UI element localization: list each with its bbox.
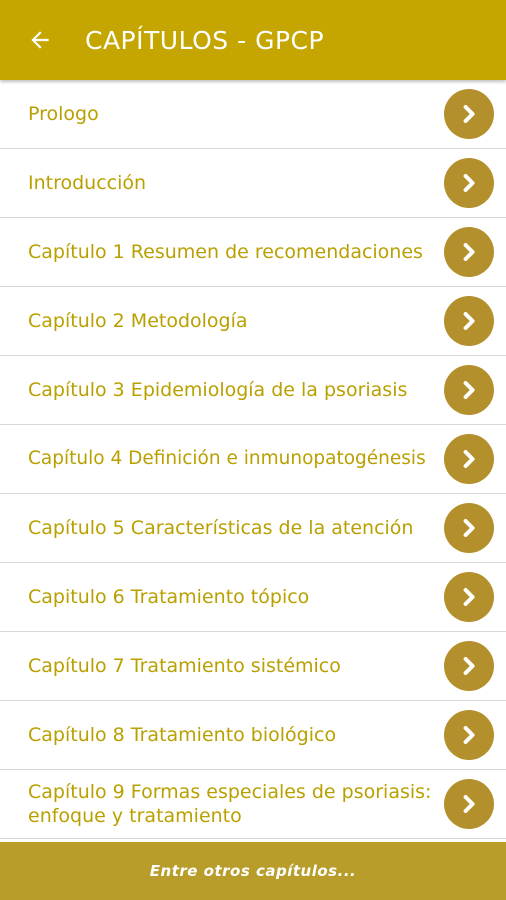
chevron-right-circle-icon[interactable] bbox=[444, 503, 494, 553]
chevron-right-circle-icon[interactable] bbox=[444, 365, 494, 415]
chapter-label: Capitulo 6 Tratamiento tópico bbox=[28, 586, 310, 608]
chapter-item-7[interactable]: Capítulo 7 Tratamiento sistémico bbox=[0, 632, 506, 701]
chapter-label: Capítulo 5 Características de la atenció… bbox=[28, 517, 414, 539]
app-bar: CAPÍTULOS - GPCP bbox=[0, 0, 506, 80]
arrow-left-icon bbox=[31, 31, 49, 49]
chapter-label: Capítulo 9 Formas especiales de psoriasi… bbox=[28, 781, 432, 827]
chapter-label: Capítulo 3 Epidemiología de la psoriasis bbox=[28, 379, 408, 401]
chapter-list: Prologo Introducción Capítulo 1 Resumen … bbox=[0, 80, 506, 842]
back-button[interactable] bbox=[20, 20, 60, 60]
chapter-label: Prologo bbox=[28, 103, 99, 125]
chapter-item-1[interactable]: Capítulo 1 Resumen de recomendaciones bbox=[0, 218, 506, 287]
chevron-right-circle-icon[interactable] bbox=[444, 158, 494, 208]
footer-bar[interactable]: Entre otros capítulos... bbox=[0, 842, 506, 900]
chapter-item-2[interactable]: Capítulo 2 Metodología bbox=[0, 287, 506, 356]
chapter-label: Capítulo 2 Metodología bbox=[28, 310, 248, 332]
chevron-right-circle-icon[interactable] bbox=[444, 434, 494, 484]
chapter-label: Capítulo 1 Resumen de recomendaciones bbox=[28, 241, 423, 263]
chapter-item-6[interactable]: Capitulo 6 Tratamiento tópico bbox=[0, 563, 506, 632]
chapter-item-5[interactable]: Capítulo 5 Características de la atenció… bbox=[0, 494, 506, 563]
chevron-right-circle-icon[interactable] bbox=[444, 710, 494, 760]
chapter-label: Capítulo 8 Tratamiento biológico bbox=[28, 724, 337, 746]
chapter-label: Introducción bbox=[28, 172, 147, 194]
chevron-right-circle-icon[interactable] bbox=[444, 641, 494, 691]
chapter-item-9[interactable]: Capítulo 9 Formas especiales de psoriasi… bbox=[0, 770, 506, 839]
chapter-item-8[interactable]: Capítulo 8 Tratamiento biológico bbox=[0, 701, 506, 770]
chapter-item-introduccion[interactable]: Introducción bbox=[0, 149, 506, 218]
chevron-right-circle-icon[interactable] bbox=[444, 89, 494, 139]
chapter-label: Capítulo 7 Tratamiento sistémico bbox=[28, 655, 341, 677]
chapter-label: Capítulo 4 Definición e inmunopatogénesi… bbox=[28, 448, 426, 469]
page-title: CAPÍTULOS - GPCP bbox=[85, 25, 325, 55]
chapter-item-4[interactable]: Capítulo 4 Definición e inmunopatogénesi… bbox=[0, 425, 506, 494]
chapter-item-prologo[interactable]: Prologo bbox=[0, 80, 506, 149]
chevron-right-circle-icon[interactable] bbox=[444, 779, 494, 829]
chevron-right-circle-icon[interactable] bbox=[444, 296, 494, 346]
footer-text: Entre otros capítulos... bbox=[149, 862, 357, 880]
chapter-item-3[interactable]: Capítulo 3 Epidemiología de la psoriasis bbox=[0, 356, 506, 425]
chevron-right-circle-icon[interactable] bbox=[444, 572, 494, 622]
chevron-right-circle-icon[interactable] bbox=[444, 227, 494, 277]
